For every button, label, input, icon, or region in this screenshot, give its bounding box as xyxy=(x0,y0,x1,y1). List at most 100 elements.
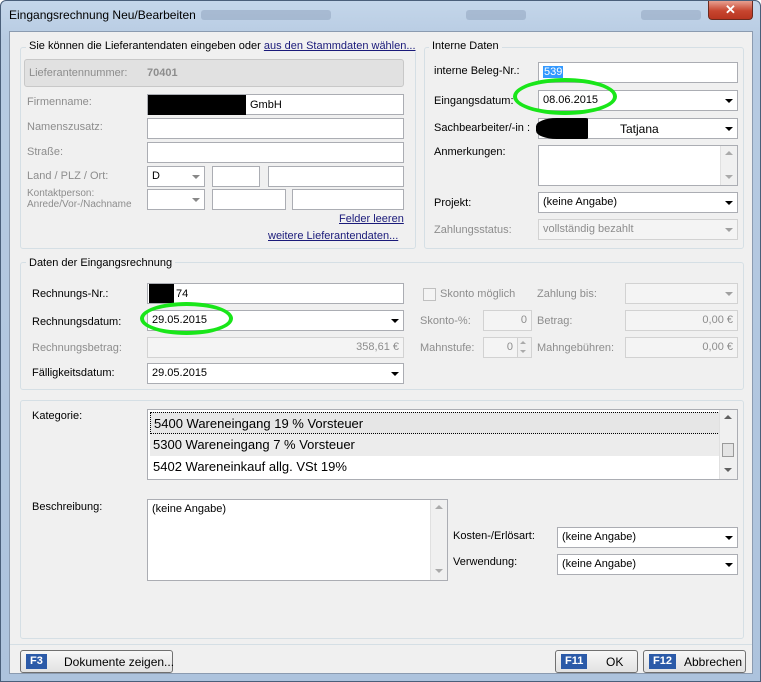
last-name-field[interactable] xyxy=(292,189,404,210)
description-label: Beschreibung: xyxy=(32,501,103,513)
chevron-down-icon xyxy=(391,372,399,376)
clear-fields-link[interactable]: Felder leeren xyxy=(339,213,404,225)
doc-number-label: interne Beleg-Nr.: xyxy=(434,65,520,77)
chevron-down-icon xyxy=(725,292,733,296)
description-value: (keine Angabe) xyxy=(152,503,226,515)
scroll-thumb[interactable] xyxy=(722,443,734,457)
country-value: D xyxy=(152,170,160,182)
first-name-field[interactable] xyxy=(212,189,286,210)
invoice-legend: Daten der Eingangsrechnung xyxy=(26,257,176,269)
list-item[interactable]: 5402 Wareneinkauf allg. VSt 19% xyxy=(150,456,720,478)
invoice-date-picker[interactable]: 29.05.2015 xyxy=(147,310,404,331)
project-value: (keine Angabe) xyxy=(543,196,617,208)
dunning-level-spinner[interactable] xyxy=(517,338,531,357)
invoice-amount-value: 358,61 € xyxy=(356,341,399,353)
more-supplier-data-link[interactable]: weitere Lieferantendaten... xyxy=(268,230,398,242)
dialog-client-area: Sie können die Lieferantendaten eingeben… xyxy=(9,31,753,674)
notes-scrollbar[interactable] xyxy=(720,146,737,185)
ok-button[interactable]: F11 OK xyxy=(555,650,638,673)
shortcut-key-badge: F3 xyxy=(26,654,47,669)
dunning-level-value: 0 xyxy=(506,341,513,353)
scroll-up-icon[interactable] xyxy=(725,151,733,155)
skonto-pct-field[interactable]: 0 xyxy=(483,310,532,331)
usage-value: (keine Angabe) xyxy=(562,558,636,570)
category-list[interactable]: 5400 Wareneingang 19 % Vorsteuer 5300 Wa… xyxy=(147,409,738,480)
notes-textarea[interactable] xyxy=(538,145,738,186)
ok-label: OK xyxy=(606,655,624,669)
receipt-date-picker[interactable]: 08.06.2015 xyxy=(538,90,738,111)
category-label: Kategorie: xyxy=(32,410,83,422)
company-label: Firmenname: xyxy=(27,96,92,108)
usage-label: Verwendung: xyxy=(453,556,518,568)
street-field[interactable] xyxy=(147,142,404,163)
usage-select[interactable]: (keine Angabe) xyxy=(557,554,738,575)
close-icon: ✕ xyxy=(725,2,736,17)
close-button[interactable]: ✕ xyxy=(708,1,753,20)
due-date-picker[interactable]: 29.05.2015 xyxy=(147,363,404,384)
scroll-up-icon[interactable] xyxy=(435,505,443,509)
scroll-down-icon[interactable] xyxy=(724,468,732,472)
skonto-checkbox[interactable] xyxy=(423,288,436,301)
country-select[interactable]: D xyxy=(147,166,205,187)
dunning-fees-field[interactable]: 0,00 € xyxy=(625,337,738,358)
redacted-area xyxy=(536,118,588,139)
skonto-amount-field[interactable]: 0,00 € xyxy=(625,310,738,331)
cost-type-select[interactable]: (keine Angabe) xyxy=(557,527,738,548)
doc-number-field[interactable]: 539 xyxy=(538,62,738,83)
show-documents-label: Dokumente zeigen... xyxy=(64,655,175,669)
supplier-number-box: Lieferantennummer: 70401 xyxy=(24,59,404,87)
receipt-date-value: 08.06.2015 xyxy=(543,94,599,106)
company-value: GmbH xyxy=(250,99,282,111)
invoice-date-value: 29.05.2015 xyxy=(152,314,208,326)
dunning-level-stepper[interactable]: 0 xyxy=(483,337,532,358)
shortcut-key-badge: F12 xyxy=(649,654,676,669)
name-suffix-field[interactable] xyxy=(147,118,404,139)
choose-from-master-data-link[interactable]: aus den Stammdaten wählen... xyxy=(264,40,416,52)
skonto-pct-value: 0 xyxy=(520,314,527,326)
chevron-down-icon xyxy=(725,201,733,205)
chevron-down-icon xyxy=(192,198,200,202)
skonto-amount-value: 0,00 € xyxy=(702,314,733,326)
footer-divider xyxy=(10,644,752,645)
scroll-down-icon[interactable] xyxy=(435,569,443,573)
scroll-up-icon[interactable] xyxy=(724,415,732,419)
description-scrollbar[interactable] xyxy=(430,500,447,580)
cancel-button[interactable]: F12 Abbrechen xyxy=(643,650,746,673)
cost-type-label: Kosten-/Erlösart: xyxy=(453,530,535,542)
chevron-down-icon xyxy=(725,563,733,567)
dunning-fees-value: 0,00 € xyxy=(702,341,733,353)
chevron-down-icon xyxy=(391,319,399,323)
project-select[interactable]: (keine Angabe) xyxy=(538,192,738,213)
invoice-amount-field[interactable]: 358,61 € xyxy=(147,337,404,358)
list-item[interactable]: 5300 Wareneingang 7 % Vorsteuer xyxy=(150,434,720,456)
list-item[interactable]: 5400 Wareneingang 19 % Vorsteuer xyxy=(150,412,720,434)
chevron-down-icon xyxy=(192,175,200,179)
zip-field[interactable] xyxy=(212,166,260,187)
scroll-down-icon[interactable] xyxy=(725,175,733,179)
blurred-title-part xyxy=(201,10,331,20)
chevron-down-icon xyxy=(725,536,733,540)
payment-status-label: Zahlungsstatus: xyxy=(434,224,512,236)
clerk-value: Tatjana xyxy=(620,122,659,136)
invoice-number-label: Rechnungs-Nr.: xyxy=(32,288,109,300)
street-label: Straße: xyxy=(27,146,64,158)
project-label: Projekt: xyxy=(434,197,472,209)
payment-until-picker[interactable] xyxy=(625,283,738,304)
chevron-down-icon[interactable] xyxy=(520,350,526,353)
blurred-title-part xyxy=(466,10,526,20)
payment-until-label: Zahlung bis: xyxy=(537,288,597,300)
invoice-date-label: Rechnungsdatum: xyxy=(32,316,122,328)
payment-status-select[interactable]: vollständig bezahlt xyxy=(538,219,738,240)
description-textarea[interactable]: (keine Angabe) xyxy=(147,499,448,581)
salutation-select[interactable] xyxy=(147,189,205,210)
show-documents-button[interactable]: F3 Dokumente zeigen... xyxy=(20,650,175,673)
redacted-area xyxy=(148,95,246,115)
city-field[interactable] xyxy=(268,166,404,187)
category-scrollbar[interactable] xyxy=(719,410,737,479)
payment-status-value: vollständig bezahlt xyxy=(543,223,634,235)
chevron-up-icon[interactable] xyxy=(520,341,526,344)
dunning-level-label: Mahnstufe: xyxy=(420,342,475,354)
contact-label-2: Anrede/Vor-/Nachname xyxy=(27,199,132,210)
invoice-number-field[interactable]: 74 xyxy=(147,283,404,304)
window-title: Eingangsrechnung Neu/Bearbeiten xyxy=(9,8,196,22)
